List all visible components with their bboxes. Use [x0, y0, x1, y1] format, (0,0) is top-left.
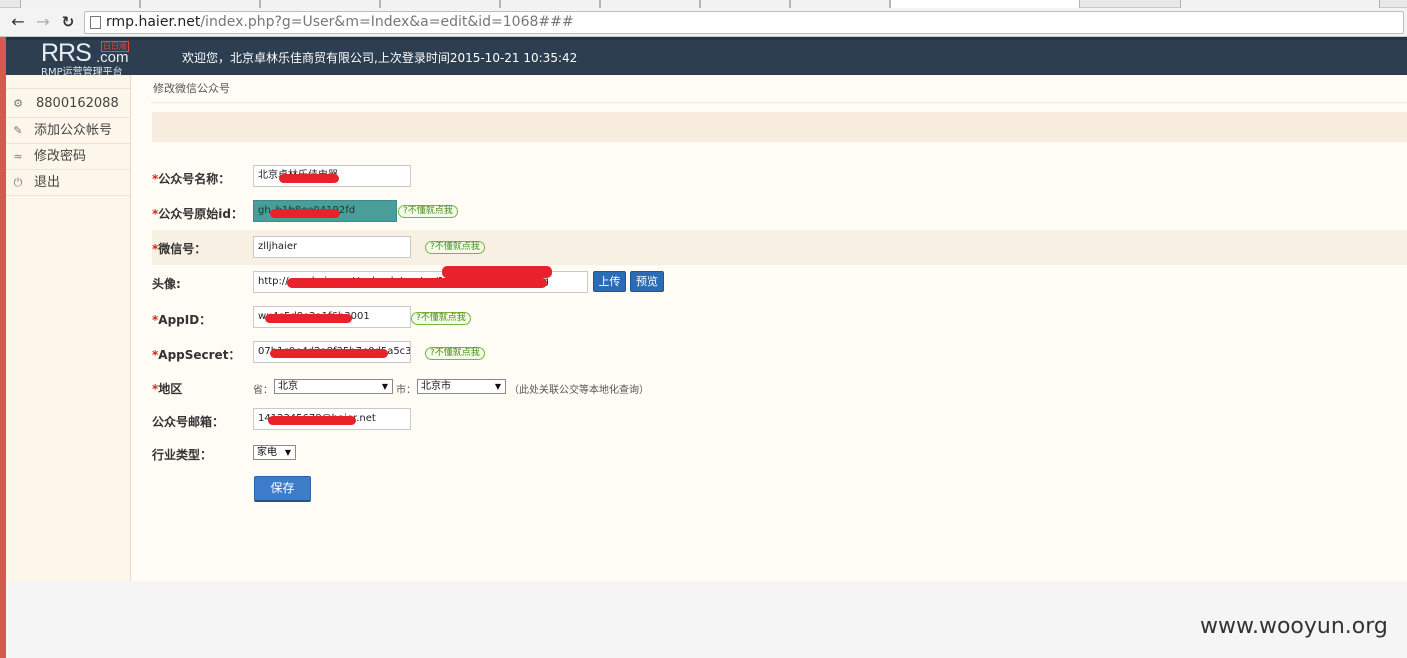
sidebar-item-label: 修改密码 [34, 149, 87, 164]
browser-tab[interactable] [1180, 0, 1380, 8]
form-row-appsecret: *AppSecret： 07b1c9e4d2a8f35b7e0d5a5c3f9a… [152, 341, 1407, 376]
browser-tab[interactable] [380, 0, 500, 8]
industry-select-value: 家电 [257, 447, 277, 458]
back-icon[interactable]: ← [8, 12, 28, 32]
chevron-down-icon: ▼ [284, 448, 291, 457]
field-label-text: 微信号： [158, 242, 207, 256]
sidebar: ⚙ 8800162088 ✎ 添加公众帐号 ≈ 修改密码 ⏻ 退出 [6, 75, 131, 581]
province-select-value: 北京 [278, 381, 298, 392]
divider [151, 102, 1407, 103]
help-link-label: 不懂就点我 [407, 206, 453, 216]
help-link[interactable]: ?不懂就点我 [411, 312, 471, 325]
logo-badge: 日日顺 [101, 41, 129, 52]
sidebar-item-account[interactable]: ⚙ 8800162088 [6, 88, 130, 118]
sidebar-item-add-account[interactable]: ✎ 添加公众帐号 [6, 118, 130, 144]
form-row-region: *地区 省： 北京 ▼ 市： 北京市 ▼ （此处关联公交等本地化查询） [152, 377, 1407, 412]
browser-tab[interactable] [700, 0, 790, 8]
browser-tab[interactable] [600, 0, 700, 8]
field-label-text: AppSecret： [158, 348, 241, 362]
watermark: www.wooyun.org [1200, 614, 1388, 639]
help-link[interactable]: ?不懂就点我 [425, 241, 485, 254]
browser-tab-active[interactable] [890, 0, 1080, 8]
redaction-mark [265, 314, 352, 323]
sidebar-item-change-password[interactable]: ≈ 修改密码 [6, 144, 130, 170]
browser-tab-strip [0, 0, 1407, 8]
reload-icon[interactable]: ↻ [58, 12, 78, 32]
sidebar-item-label: 8800162088 [36, 96, 119, 111]
help-link-label: 不懂就点我 [434, 348, 480, 358]
field-label-text: 公众号原始id： [158, 207, 243, 221]
field-label: *AppSecret： [152, 346, 240, 363]
browser-tab[interactable] [260, 0, 380, 8]
field-label: *公众号名称： [152, 170, 230, 187]
browser-tab[interactable] [790, 0, 890, 8]
pencil-icon: ✎ [13, 124, 23, 137]
form-row-industry: 行业类型： 家电 ▼ [152, 443, 1407, 478]
rss-icon: ≈ [13, 150, 23, 163]
redaction-mark [270, 349, 388, 358]
field-label: *地区 [152, 380, 182, 397]
redaction-mark [268, 416, 356, 425]
save-button[interactable]: 保存 [254, 476, 311, 502]
region-note: （此处关联公交等本地化查询） [509, 385, 649, 396]
power-icon: ⏻ [13, 176, 23, 189]
redaction-mark [279, 174, 339, 183]
redaction-mark [270, 209, 340, 218]
field-label-text: 地区 [158, 382, 183, 396]
browser-tab[interactable] [500, 0, 600, 8]
field-label: *AppID： [152, 311, 211, 328]
redaction-mark [442, 266, 552, 278]
form-row-name: *公众号名称： 北京卓林乐佳电器 [152, 165, 1407, 200]
welcome-text: 欢迎您，北京卓林乐佳商贸有限公司,上次登录时间2015-10-21 10:35:… [182, 51, 578, 65]
field-label: 头像: [152, 277, 181, 291]
form-header-band [152, 112, 1407, 142]
city-label: 市： [396, 385, 416, 396]
form-row-email: 公众号邮箱： 1412345678@haier.net [152, 408, 1407, 443]
sidebar-item-label: 添加公众帐号 [34, 123, 113, 138]
top-header: RRS .com 日日顺 RMP运营管理平台 欢迎您，北京卓林乐佳商贸有限公司,… [6, 37, 1407, 78]
browser-toolbar: ← → ↻ rmp.haier.net/index.php?g=User&m=I… [0, 8, 1407, 37]
browser-tab[interactable] [20, 0, 140, 8]
city-select-value: 北京市 [421, 381, 451, 392]
help-link[interactable]: ?不懂就点我 [425, 347, 485, 360]
chevron-down-icon: ▼ [494, 382, 501, 391]
url-path: /index.php?g=User&m=Index&a=edit&id=1068… [200, 14, 574, 30]
form-row-wechat-id: *微信号： zlljhaier ?不懂就点我 [152, 230, 1407, 265]
field-label: 公众号邮箱： [152, 415, 225, 429]
field-label: *公众号原始id： [152, 205, 243, 222]
form-row-avatar: 头像: http://rmp.haier.net/uploads/avatar/… [152, 266, 1407, 305]
sidebar-item-label: 退出 [34, 175, 61, 190]
forward-icon[interactable]: → [33, 12, 53, 32]
users-icon: ⚙ [13, 97, 23, 110]
address-bar[interactable]: rmp.haier.net/index.php?g=User&m=Index&a… [84, 11, 1404, 34]
field-label-text: 公众号名称： [158, 172, 231, 186]
city-select[interactable]: 北京市 ▼ [417, 379, 506, 394]
province-label: 省： [253, 385, 273, 396]
help-link[interactable]: ?不懂就点我 [398, 205, 458, 218]
help-link-label: 不懂就点我 [420, 313, 466, 323]
help-link-label: 不懂就点我 [434, 242, 480, 252]
chevron-down-icon: ▼ [381, 382, 388, 391]
page-icon [90, 16, 101, 29]
industry-select[interactable]: 家电 ▼ [253, 445, 296, 460]
redaction-mark [287, 278, 547, 288]
browser-tab[interactable] [140, 0, 260, 8]
upload-button[interactable]: 上传 [593, 271, 626, 292]
url-text[interactable]: rmp.haier.net/index.php?g=User&m=Index&a… [106, 14, 574, 30]
sidebar-item-logout[interactable]: ⏻ 退出 [6, 170, 130, 196]
url-host: rmp.haier.net [106, 14, 201, 30]
form-row-appid: *AppID： wx4c5d8e2a1f6b3001 ?不懂就点我 [152, 306, 1407, 341]
field-label-text: AppID： [158, 313, 212, 327]
field-label: *微信号： [152, 240, 206, 257]
preview-button[interactable]: 预览 [630, 271, 664, 292]
breadcrumb: 修改微信公众号 [153, 82, 230, 95]
main-content: 修改微信公众号 *公众号名称： 北京卓林乐佳电器 *公众号原始id： gh_b1… [131, 75, 1407, 581]
field-label: 行业类型： [152, 448, 213, 462]
logo[interactable]: RRS .com 日日顺 RMP运营管理平台 [41, 39, 141, 78]
wechat-id-input[interactable]: zlljhaier [253, 236, 411, 258]
province-select[interactable]: 北京 ▼ [274, 379, 393, 394]
